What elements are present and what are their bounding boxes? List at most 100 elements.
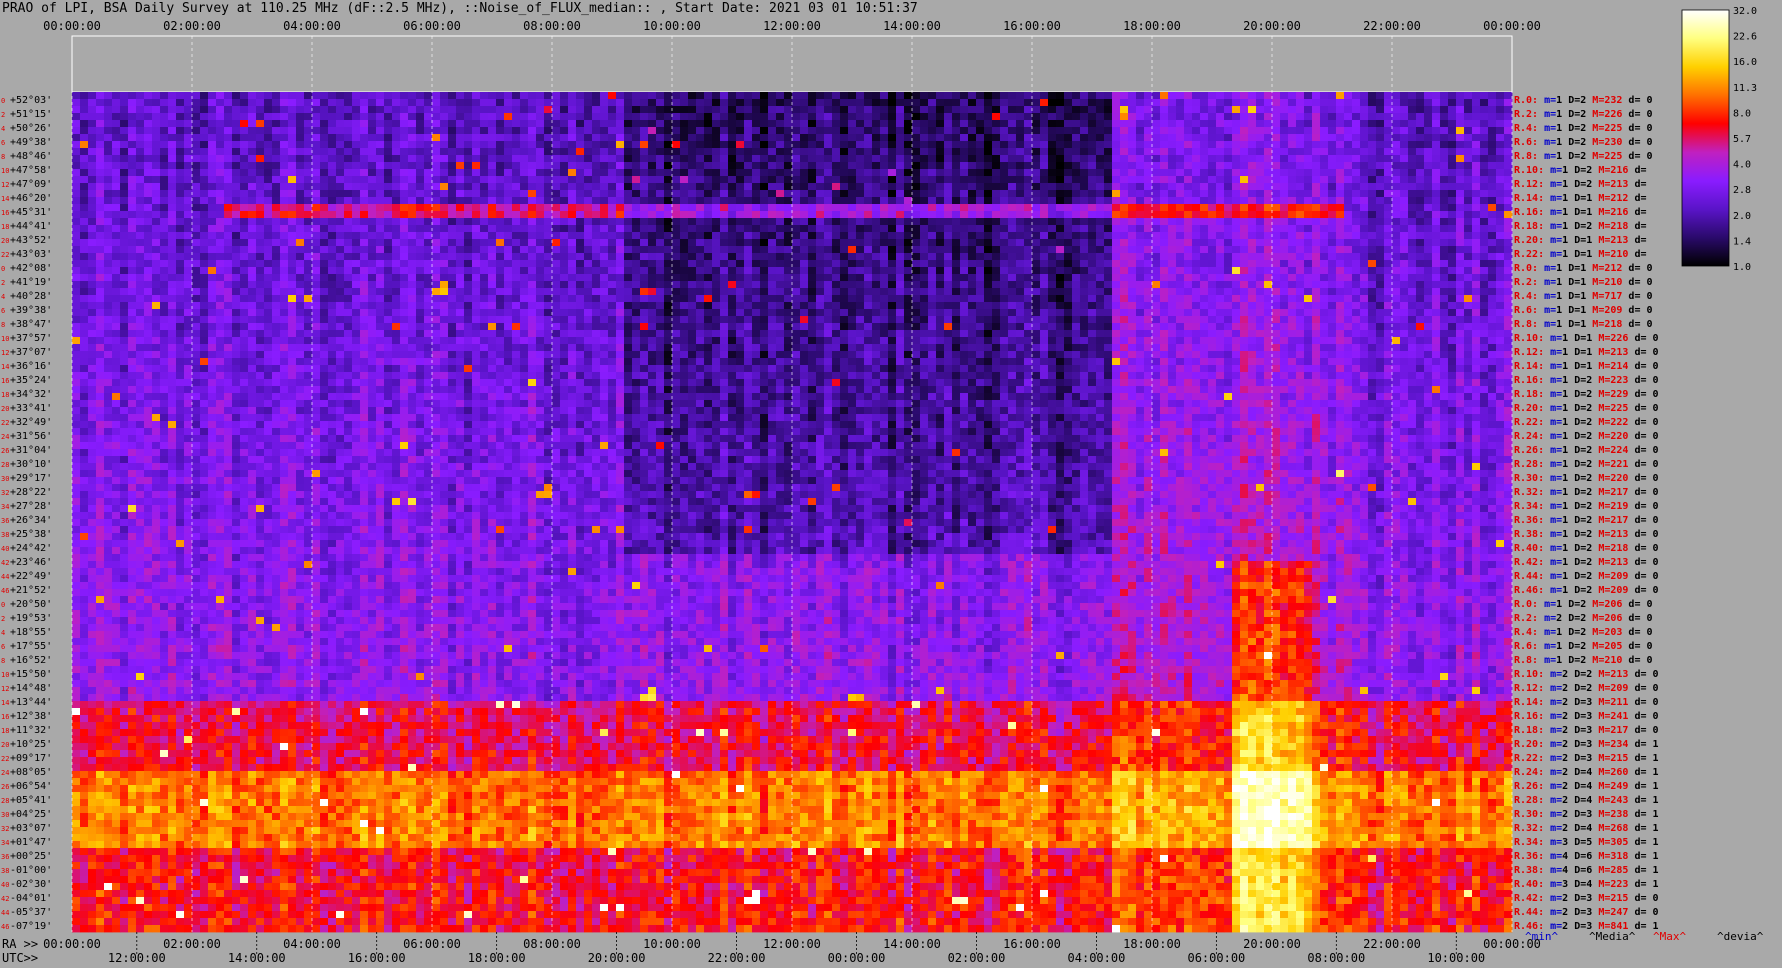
declination-label: +03°07' (10, 823, 52, 834)
stats-row: R.12: m=2 D=2 M=209 d= 0 (1514, 683, 1659, 694)
row-number-label: 6 (1, 307, 5, 315)
declination-label: +43°52' (10, 235, 52, 246)
ra-tick-label: 08:00:00 (523, 937, 581, 951)
stats-row: R.10: m=1 D=2 M=216 d= (1514, 165, 1646, 176)
stats-row: R.20: m=2 D=3 M=234 d= 1 (1514, 739, 1659, 750)
stats-row: R.6: m=1 D=1 M=209 d= 0 (1514, 305, 1653, 316)
row-number-label: 40 (1, 545, 9, 553)
declination-label: +17°55' (10, 641, 52, 652)
declination-label: +28°22' (10, 487, 52, 498)
row-number-label: 8 (1, 321, 5, 329)
declination-label: +14°48' (10, 683, 52, 694)
declination-label: +51°15' (10, 109, 52, 120)
row-number-label: 16 (1, 713, 9, 721)
stats-row: R.24: m=2 D=4 M=260 d= 1 (1514, 767, 1659, 778)
row-number-label: 34 (1, 503, 9, 511)
ra-tick-label: 10:00:00 (643, 937, 701, 951)
stats-row: R.18: m=2 D=3 M=217 d= 0 (1514, 725, 1659, 736)
declination-label: +09°17' (10, 753, 52, 764)
row-number-label: 0 (1, 601, 5, 609)
stats-row: R.6: m=1 D=2 M=230 d= 0 (1514, 137, 1653, 148)
stats-row: R.2: m=1 D=2 M=226 d= 0 (1514, 109, 1653, 120)
ra-tick-label: 00:00:00 (1483, 937, 1541, 951)
ra-tick-label: 16:00:00 (1003, 937, 1061, 951)
colorbar (1681, 9, 1730, 267)
stats-row: R.16: m=1 D=2 M=223 d= 0 (1514, 375, 1659, 386)
declination-label: +31°04' (10, 445, 52, 456)
ra-tick-label: 04:00:00 (283, 937, 341, 951)
row-number-label: 6 (1, 139, 5, 147)
colorbar-tick-label: 4.0 (1733, 160, 1751, 171)
declination-label: +37°07' (10, 347, 52, 358)
stats-row: R.24: m=1 D=2 M=220 d= 0 (1514, 431, 1659, 442)
declination-label: +47°09' (10, 179, 52, 190)
declination-label: +12°38' (10, 711, 52, 722)
ra-tick-label: 00:00:00 (43, 937, 101, 951)
stats-row: R.34: m=3 D=5 M=305 d= 1 (1514, 837, 1659, 848)
row-number-label: 42 (1, 559, 9, 567)
stats-row: R.44: m=1 D=2 M=209 d= 0 (1514, 571, 1659, 582)
row-number-label: 40 (1, 881, 9, 889)
stats-row: R.16: m=2 D=3 M=241 d= 0 (1514, 711, 1659, 722)
top-time-tick-label: 04:00:00 (283, 19, 341, 33)
declination-label: -04°01' (10, 893, 52, 904)
declination-label: +38°47' (10, 319, 52, 330)
heatmap-chart: 00:00:00 02:00:00 04:00:00 06:00:00 08:00:00… (1, 6, 1764, 965)
row-number-label: 30 (1, 811, 9, 819)
stats-row: R.18: m=1 D=2 M=229 d= 0 (1514, 389, 1659, 400)
declination-label: +10°25' (10, 739, 52, 750)
declination-label: +25°38' (10, 529, 52, 540)
stats-row: R.42: m=2 D=3 M=215 d= 0 (1514, 893, 1659, 904)
stats-row: R.4: m=1 D=2 M=225 d= 0 (1514, 123, 1653, 134)
stats-row: R.40: m=3 D=4 M=223 d= 1 (1514, 879, 1659, 890)
row-number-label: 4 (1, 293, 5, 301)
declination-label: +35°24' (10, 375, 52, 386)
declination-label: +48°46' (10, 151, 52, 162)
colorbar-tick-label: 2.8 (1733, 185, 1751, 196)
stats-row: R.28: m=2 D=4 M=243 d= 1 (1514, 795, 1659, 806)
stats-row: R.16: m=1 D=1 M=216 d= (1514, 207, 1646, 218)
stats-row: R.4: m=1 D=2 M=203 d= 0 (1514, 627, 1653, 638)
stats-row: R.18: m=1 D=2 M=218 d= (1514, 221, 1646, 232)
row-number-label: 20 (1, 237, 9, 245)
declination-label: -01°00' (10, 865, 52, 876)
stats-row: R.22: m=1 D=1 M=210 d= (1514, 249, 1646, 260)
row-number-label: 18 (1, 727, 9, 735)
top-time-tick-label: 16:00:00 (1003, 19, 1061, 33)
stats-row: R.42: m=1 D=2 M=213 d= 0 (1514, 557, 1659, 568)
row-number-label: 8 (1, 153, 5, 161)
row-number-label: 36 (1, 853, 9, 861)
row-number-label: 14 (1, 195, 9, 203)
stats-row: R.6: m=1 D=2 M=205 d= 0 (1514, 641, 1653, 652)
stats-row: R.4: m=1 D=1 M=717 d= 0 (1514, 291, 1653, 302)
declination-label: +16°52' (10, 655, 52, 666)
declination-label: +47°58' (10, 165, 52, 176)
declination-label: +08°05' (10, 767, 52, 778)
row-number-label: 42 (1, 895, 9, 903)
row-number-label: 22 (1, 419, 9, 427)
stats-row: R.0: m=1 D=1 M=212 d= 0 (1514, 263, 1653, 274)
row-number-label: 2 (1, 279, 5, 287)
colorbar-tick-label: 16.0 (1733, 57, 1757, 68)
row-number-label: 30 (1, 475, 9, 483)
row-number-label: 0 (1, 265, 5, 273)
declination-label: +23°46' (10, 557, 52, 568)
ra-tick-label: 06:00:00 (403, 937, 461, 951)
row-number-label: 2 (1, 615, 5, 623)
declination-label: +39°38' (10, 305, 52, 316)
declination-label: +31°56' (10, 431, 52, 442)
stats-row: R.30: m=2 D=3 M=238 d= 1 (1514, 809, 1659, 820)
row-number-label: 28 (1, 461, 9, 469)
stats-row: R.14: m=1 D=1 M=214 d= 0 (1514, 361, 1659, 372)
stats-row: R.8: m=1 D=2 M=225 d= 0 (1514, 151, 1653, 162)
declination-label: +40°28' (10, 291, 52, 302)
row-number-label: 20 (1, 741, 9, 749)
declination-label: -02°30' (10, 879, 52, 890)
stats-row: R.26: m=1 D=2 M=224 d= 0 (1514, 445, 1659, 456)
stats-row: R.36: m=1 D=2 M=217 d= 0 (1514, 515, 1659, 526)
ra-tick-label: 22:00:00 (1363, 937, 1421, 951)
row-number-label: 22 (1, 755, 9, 763)
stats-row: R.34: m=1 D=2 M=219 d= 0 (1514, 501, 1659, 512)
declination-label: +46°20' (10, 193, 52, 204)
row-number-label: 46 (1, 587, 9, 595)
